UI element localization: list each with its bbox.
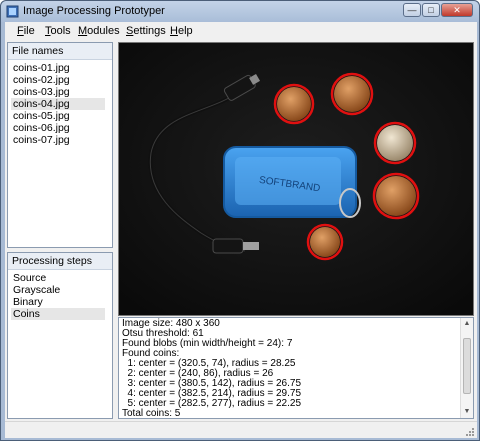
log-scrollbar[interactable]: ▲ ▼ [460, 318, 473, 418]
file-item-selected[interactable]: coins-04.jpg [11, 98, 105, 110]
coin [330, 72, 374, 116]
minimize-icon: — [407, 5, 417, 15]
client-area: File names coins-01.jpg coins-02.jpg coi… [5, 40, 477, 421]
file-item[interactable]: coins-05.jpg [11, 110, 105, 122]
step-item[interactable]: Binary [11, 296, 105, 308]
menu-help[interactable]: Help [170, 25, 193, 37]
app-window: Image Processing Prototyper — □ ✕ File T… [0, 0, 480, 441]
coin [373, 121, 417, 165]
file-item[interactable]: coins-02.jpg [11, 74, 105, 86]
file-item[interactable]: coins-03.jpg [11, 86, 105, 98]
steps-list-header: Processing steps [8, 253, 112, 270]
blue-key-tag: SOFTBRAND [223, 146, 361, 218]
file-list-header: File names [8, 43, 112, 60]
menu-modules[interactable]: Modules [78, 25, 120, 37]
coin [306, 223, 344, 261]
maximize-button[interactable]: □ [422, 3, 440, 17]
image-preview: SOFTBRAND [118, 42, 474, 316]
step-item[interactable]: Grayscale [11, 284, 105, 296]
step-item-selected[interactable]: Coins [11, 308, 105, 320]
step-item[interactable]: Source [11, 272, 105, 284]
title-bar[interactable]: Image Processing Prototyper — □ ✕ [1, 1, 479, 22]
file-list[interactable]: File names coins-01.jpg coins-02.jpg coi… [7, 42, 113, 248]
minimize-button[interactable]: — [403, 3, 421, 17]
steps-list[interactable]: Processing steps Source Grayscale Binary… [7, 252, 113, 419]
file-item[interactable]: coins-07.jpg [11, 134, 105, 146]
file-item[interactable]: coins-06.jpg [11, 122, 105, 134]
arrow-down-icon[interactable]: ▼ [462, 407, 472, 417]
close-icon: ✕ [453, 5, 461, 15]
coins-photo: SOFTBRAND [119, 43, 473, 315]
file-item[interactable]: coins-01.jpg [11, 62, 105, 74]
menu-settings[interactable]: Settings [126, 25, 166, 37]
close-button[interactable]: ✕ [441, 3, 473, 17]
coin [273, 83, 315, 125]
maximize-icon: □ [428, 5, 434, 15]
window-title: Image Processing Prototyper [23, 5, 165, 17]
menu-file[interactable]: File [17, 25, 35, 37]
output-log[interactable]: Image size: 480 x 360 Otsu threshold: 61… [118, 317, 474, 419]
app-icon [6, 5, 19, 18]
menu-tools[interactable]: Tools [45, 25, 71, 37]
scroll-thumb[interactable] [463, 338, 471, 394]
coin [372, 172, 420, 220]
arrow-up-icon[interactable]: ▲ [462, 319, 472, 329]
status-bar [5, 421, 477, 438]
log-line: Total coins: 5 [122, 408, 181, 419]
resize-grip-icon[interactable] [465, 427, 475, 437]
menu-bar: File Tools Modules Settings Help [5, 22, 477, 40]
